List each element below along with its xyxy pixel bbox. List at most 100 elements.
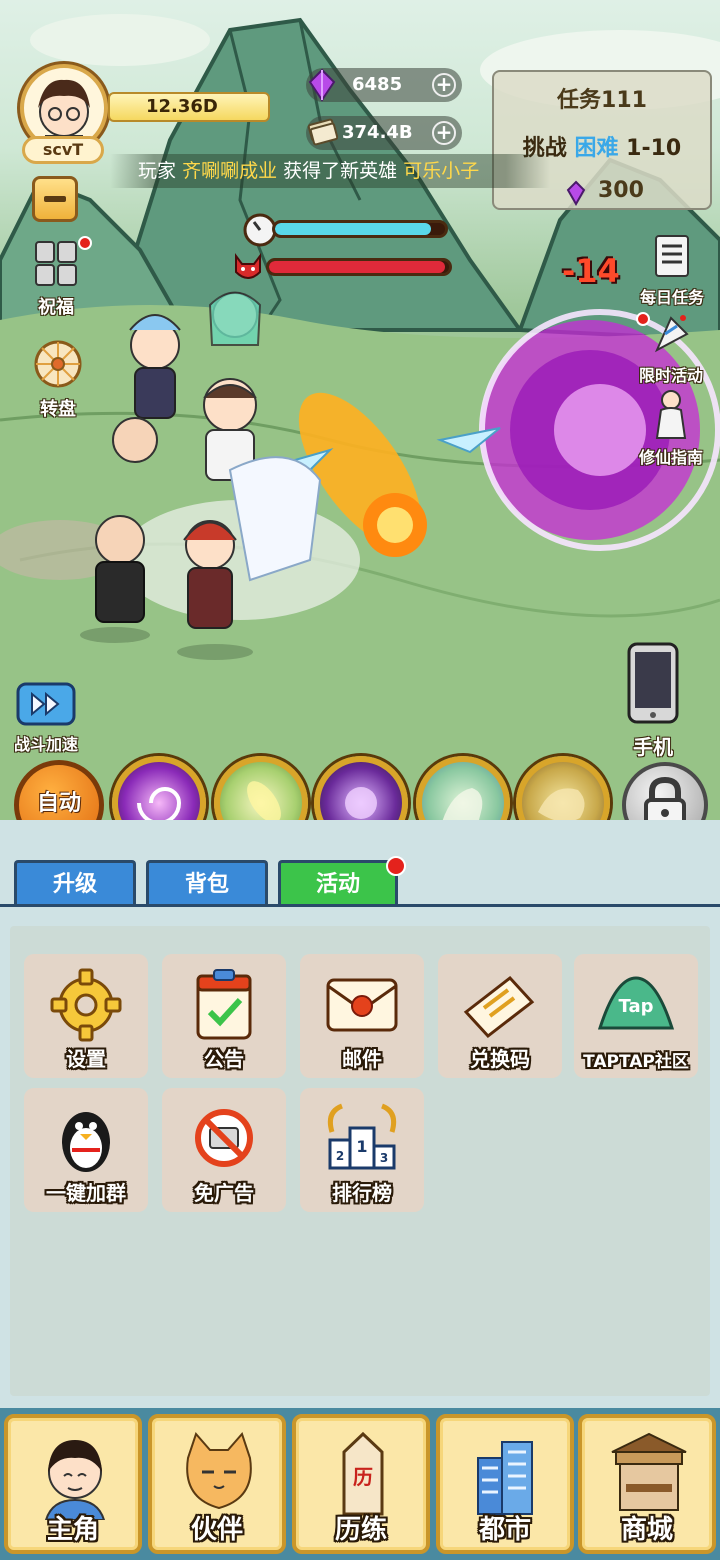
game-screen: scvT 12.36D 6485 + 374.4B + 任务111 挑战 困难 … <box>0 0 720 1560</box>
announcement-label: 公告 <box>204 1047 244 1071</box>
limited-event-label: 限时活动 <box>638 366 703 385</box>
leaderboard-button[interactable]: 1 2 3 排行榜 <box>300 1088 424 1212</box>
redeem-code-label: 兑换码 <box>470 1047 530 1071</box>
svg-text:2: 2 <box>336 1149 344 1163</box>
taptap-icon: Tap <box>597 976 675 1030</box>
announcement-button[interactable]: 公告 <box>162 954 286 1078</box>
nav-hero-label: 主角 <box>46 1515 99 1545</box>
speed-up-label: 战斗加速 <box>13 735 78 754</box>
nav-partner[interactable]: 伙伴 <box>148 1414 286 1554</box>
phone-label: 手机 <box>633 735 673 759</box>
daily-task-label: 每日任务 <box>639 288 704 307</box>
bottom-nav: 主角 伙伴 历 历练 都市 商城 <box>0 1408 720 1560</box>
svg-text:3: 3 <box>380 1151 388 1165</box>
calendar-icon: 历 <box>342 1431 384 1516</box>
shop-icon <box>611 1432 687 1511</box>
tab-activity[interactable]: 活动 <box>278 860 398 906</box>
nav-training[interactable]: 历 历练 <box>292 1414 430 1554</box>
enemy-hp-bar <box>266 258 452 276</box>
collapse-button[interactable] <box>32 176 78 222</box>
nav-city[interactable]: 都市 <box>436 1414 574 1554</box>
party-popper-icon <box>654 315 689 353</box>
task-panel[interactable]: 任务111 挑战 困难 1-10 300 <box>492 70 712 210</box>
gems-value: 6485 <box>352 74 403 95</box>
settings-button[interactable]: 设置 <box>24 954 148 1078</box>
svg-text:Tap: Tap <box>619 996 654 1017</box>
phone-icon <box>627 642 679 724</box>
nav-training-label: 历练 <box>334 1515 387 1545</box>
money-value: 374.4B <box>342 122 413 143</box>
wheel-button[interactable]: 转盘 <box>20 338 96 421</box>
timer-bar-fill <box>275 223 432 235</box>
enemy-hp-bar-fill <box>269 261 446 273</box>
no-ads-icon <box>195 1109 253 1167</box>
nav-hero[interactable]: 主角 <box>4 1414 142 1554</box>
mail-label: 邮件 <box>342 1047 382 1071</box>
join-group-button[interactable]: 一键加群 <box>24 1088 148 1212</box>
nav-city-label: 都市 <box>478 1515 531 1545</box>
player-name: scvT <box>22 136 104 164</box>
limited-event-button[interactable]: 限时活动 <box>624 310 718 386</box>
blessing-alert-dot <box>78 236 92 250</box>
broadcast-player: 齐唰唰成业 <box>182 160 278 182</box>
mail-button[interactable]: 邮件 <box>300 954 424 1078</box>
damage-number: -14 <box>562 252 620 290</box>
timer-bar <box>272 220 448 238</box>
task-stage: 1-10 <box>626 136 682 161</box>
demon-icon <box>235 253 261 279</box>
gear-icon <box>50 968 122 1042</box>
limited-event-alert-dot <box>636 312 650 326</box>
taptap-community-label: TAPTAP社区 <box>583 1052 689 1072</box>
task-title: 任务111 <box>557 88 647 113</box>
svg-text:历: 历 <box>353 1465 373 1489</box>
guide-button[interactable]: 修仙指南 <box>624 388 718 468</box>
taptap-community-button[interactable]: Tap TAPTAP社区 <box>574 954 698 1078</box>
blessing-button[interactable]: 祝福 <box>18 236 94 319</box>
cat-icon <box>186 1432 252 1510</box>
settings-label: 设置 <box>66 1047 106 1071</box>
guide-label: 修仙指南 <box>638 448 703 467</box>
tab-backpack[interactable]: 背包 <box>146 860 268 906</box>
nav-shop-label: 商城 <box>620 1515 673 1545</box>
nav-shop[interactable]: 商城 <box>578 1414 716 1554</box>
tab-activity-alert-dot <box>386 856 406 876</box>
clipboard-icon <box>196 969 252 1040</box>
speed-up-button[interactable]: 战斗加速 <box>6 682 86 755</box>
wheel-label: 转盘 <box>40 399 76 420</box>
gold-amount: 12.36D <box>108 92 270 122</box>
task-reward: 300 <box>598 178 644 203</box>
mail-icon <box>326 978 398 1032</box>
penguin-icon <box>62 1112 110 1172</box>
join-group-label: 一键加群 <box>46 1181 126 1205</box>
add-gems-button[interactable]: + <box>432 73 456 97</box>
reward-gem-icon <box>566 180 586 206</box>
no-ads-label: 免广告 <box>194 1181 254 1205</box>
blessing-label: 祝福 <box>38 297 74 318</box>
broadcast-hero: 可乐小子 <box>403 160 480 182</box>
broadcast-banner: 玩家 齐唰唰成业 获得了新英雄 可乐小子 <box>110 154 550 188</box>
tab-upgrade[interactable]: 升级 <box>14 860 136 906</box>
nav-partner-label: 伙伴 <box>190 1515 243 1545</box>
daily-task-icon <box>655 235 689 277</box>
fairy-guide-icon <box>655 390 687 439</box>
redeem-code-button[interactable]: 兑换码 <box>438 954 562 1078</box>
city-icon <box>477 1441 533 1515</box>
add-money-button[interactable]: + <box>432 121 456 145</box>
tab-underline <box>0 904 720 907</box>
battle-scene: scvT 12.36D 6485 + 374.4B + 任务111 挑战 困难 … <box>0 0 720 820</box>
podium-icon: 1 2 3 <box>327 1103 397 1170</box>
daily-task-button[interactable]: 每日任务 <box>626 230 718 308</box>
phone-button[interactable]: 手机 <box>620 640 686 760</box>
gem-icon <box>308 68 336 102</box>
no-ads-button[interactable]: 免广告 <box>162 1088 286 1212</box>
fast-forward-icon <box>16 682 76 726</box>
activity-panel: 设置 公告 邮件 兑换码 Tap TAPTAP社区 一键加群 免广告 1 2 3… <box>10 926 710 1396</box>
wheel-icon <box>34 340 82 388</box>
blessing-icon <box>35 241 77 286</box>
task-difficulty: 困难 <box>574 136 619 161</box>
leaderboard-label: 排行榜 <box>332 1181 392 1205</box>
svg-text:1: 1 <box>356 1137 367 1156</box>
cash-stack-icon <box>307 118 338 146</box>
hero-icon <box>44 1440 106 1520</box>
ticket-icon <box>463 975 535 1039</box>
